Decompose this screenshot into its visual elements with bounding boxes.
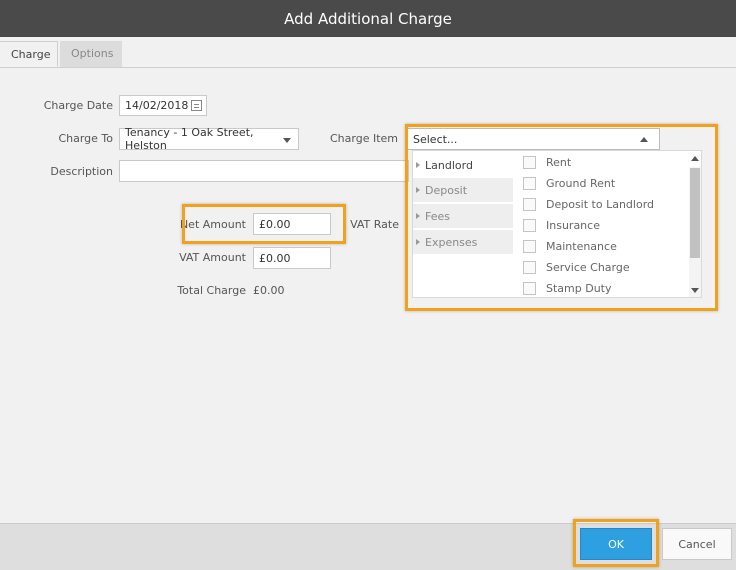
expand-arrow-icon (416, 187, 420, 193)
scroll-up-icon[interactable] (691, 156, 699, 161)
charge-date-label: Charge Date (43, 99, 113, 112)
vat-amount-input[interactable]: £0.00 (253, 247, 331, 269)
charge-item-select[interactable]: Select... (407, 128, 660, 150)
net-amount-input[interactable]: £0.00 (253, 213, 331, 235)
checkbox[interactable] (523, 156, 536, 169)
charge-to-value: Tenancy - 1 Oak Street, Helston (125, 126, 254, 152)
category-fees[interactable]: Fees (413, 204, 513, 229)
item-label: Stamp Duty (546, 282, 612, 295)
expand-arrow-icon (416, 239, 420, 245)
item-label: Rent (546, 156, 572, 169)
list-item[interactable]: Maintenance (523, 236, 617, 257)
chevron-up-icon (640, 137, 648, 142)
expand-arrow-icon (416, 213, 420, 219)
list-item[interactable]: Deposit to Landlord (523, 194, 654, 215)
dialog-title: Add Additional Charge (284, 9, 452, 28)
vat-amount-value: £0.00 (259, 251, 291, 265)
charge-item-label: Charge Item (329, 132, 398, 145)
category-label: Fees (425, 210, 450, 223)
total-charge-label: Total Charge (177, 284, 246, 297)
item-label: Ground Rent (546, 177, 616, 190)
charge-item-value: Select... (413, 132, 458, 146)
checkbox[interactable] (523, 240, 536, 253)
calendar-icon[interactable] (191, 100, 202, 111)
tab-charge[interactable]: Charge (0, 41, 58, 67)
chevron-down-icon (283, 138, 291, 143)
vat-amount-label: VAT Amount (179, 251, 246, 264)
tab-options[interactable]: Options (60, 41, 122, 67)
charge-to-select[interactable]: Tenancy - 1 Oak Street, Helston (119, 126, 299, 152)
item-label: Insurance (546, 219, 600, 232)
checkbox[interactable] (523, 261, 536, 274)
category-label: Expenses (425, 236, 478, 249)
checkbox[interactable] (523, 219, 536, 232)
category-expenses[interactable]: Expenses (413, 230, 513, 255)
description-input[interactable] (119, 160, 409, 182)
net-amount-value: £0.00 (259, 217, 291, 231)
list-item[interactable]: Insurance (523, 215, 600, 236)
checkbox[interactable] (523, 177, 536, 190)
dialog-title-bar: Add Additional Charge (0, 0, 736, 37)
charge-item-dropdown: Landlord Income Deposit Fees Expenses Re… (412, 150, 702, 298)
item-label: Service Charge (546, 261, 630, 274)
list-item[interactable]: Ground Rent (523, 173, 615, 194)
charge-date-value: 14/02/2018 (125, 99, 189, 112)
charge-to-label: Charge To (58, 132, 113, 145)
tab-bar: Charge Options (0, 41, 736, 68)
total-charge-value: £0.00 (253, 284, 285, 297)
item-label: Maintenance (546, 240, 617, 253)
list-item[interactable]: Stamp Duty (523, 278, 612, 299)
category-label: Deposit (425, 184, 468, 197)
description-label: Description (50, 165, 113, 178)
net-amount-label: Net Amount (179, 218, 246, 231)
ok-button[interactable]: OK (580, 528, 652, 560)
list-item[interactable]: Rent (523, 152, 571, 173)
scroll-down-icon[interactable] (691, 288, 699, 293)
charge-date-field[interactable]: 14/02/2018 (119, 95, 207, 116)
vat-rate-label: VAT Rate (350, 218, 399, 231)
category-landlord-income[interactable]: Landlord Income (413, 153, 513, 197)
cancel-button[interactable]: Cancel (662, 528, 732, 560)
category-deposit[interactable]: Deposit (413, 178, 513, 203)
list-item[interactable]: Service Charge (523, 257, 630, 278)
expand-arrow-icon (416, 162, 420, 168)
scrollbar-thumb[interactable] (690, 168, 700, 258)
item-label: Deposit to Landlord (546, 198, 655, 211)
checkbox[interactable] (523, 282, 536, 295)
checkbox[interactable] (523, 198, 536, 211)
